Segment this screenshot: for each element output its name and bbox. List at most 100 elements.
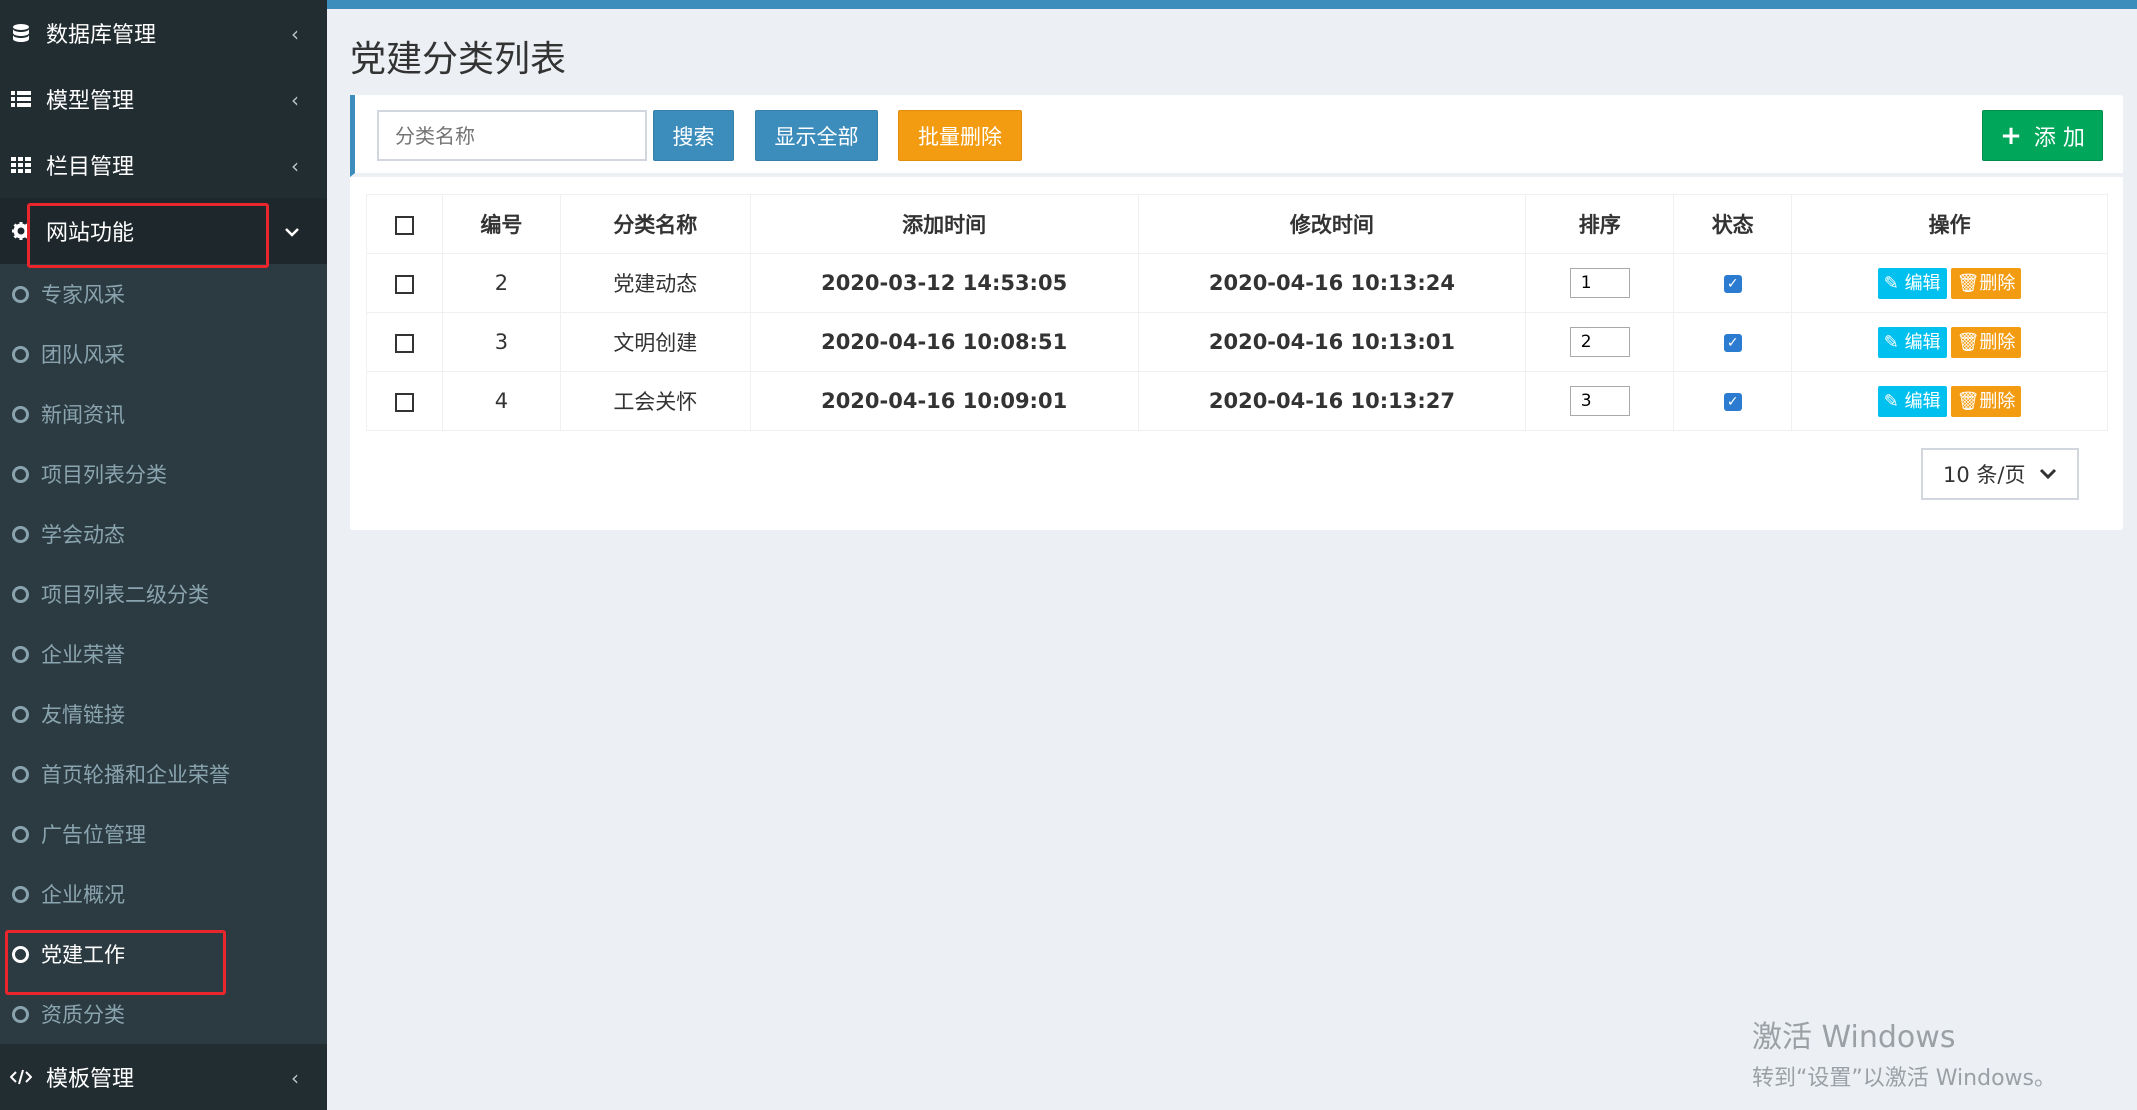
cell-actions: ✎ 编辑 🗑删除	[1791, 312, 2108, 372]
circle-icon	[12, 525, 29, 543]
cell-id: 4	[441, 371, 561, 431]
column-header: 状态	[1673, 194, 1793, 254]
sidebar-subitem[interactable]: 专家风采	[0, 264, 327, 324]
edit-icon: ✎	[1883, 331, 1899, 353]
add-button[interactable]: + 添 加	[1982, 110, 2103, 161]
cell-name: 党建动态	[559, 253, 751, 313]
sidebar-subitem[interactable]: 友情链接	[0, 684, 327, 744]
sidebar-item-columns[interactable]: 栏目管理 ‹	[0, 132, 327, 198]
watermark-title: 激活 Windows	[1752, 1020, 1956, 1055]
table-row: 4 工会关怀 2020-04-16 10:09:01 2020-04-16 10…	[366, 371, 2108, 431]
cell-modified-time: 2020-04-16 10:13:24	[1137, 253, 1527, 313]
circle-icon	[12, 345, 29, 363]
chevron-left-icon: ‹	[291, 22, 299, 46]
batch-delete-button[interactable]: 批量删除	[898, 110, 1022, 161]
delete-button[interactable]: 🗑删除	[1950, 326, 2022, 358]
cell-modified-time: 2020-04-16 10:13:27	[1137, 371, 1527, 431]
chevron-left-icon: ‹	[291, 88, 299, 112]
circle-icon	[12, 465, 29, 483]
sidebar-item-templates[interactable]: 模板管理 ‹	[0, 1044, 327, 1110]
watermark-subtitle: 转到“设置”以激活 Windows。	[1752, 1066, 2056, 1091]
sidebar-subitem-label: 首页轮播和企业荣誉	[41, 763, 230, 787]
cell-added-time: 2020-03-12 14:53:05	[749, 253, 1139, 313]
column-header: 修改时间	[1137, 194, 1527, 254]
circle-icon	[12, 645, 29, 663]
sidebar-item-database[interactable]: 数据库管理 ‹	[0, 0, 327, 66]
add-button-label: 添 加	[2033, 125, 2085, 151]
cell-status: ✓	[1673, 312, 1793, 372]
edit-button-label: 编辑	[1904, 272, 1941, 294]
sidebar-subitem-label: 团队风采	[41, 343, 125, 367]
delete-button-label: 删除	[1979, 331, 2016, 353]
edit-button[interactable]: ✎ 编辑	[1877, 326, 1947, 358]
chevron-down-icon	[285, 218, 299, 242]
cell-modified-time: 2020-04-16 10:13:01	[1137, 312, 1527, 372]
delete-button[interactable]: 🗑删除	[1950, 385, 2022, 417]
sidebar-subitem-label: 新闻资讯	[41, 403, 125, 427]
sidebar-item-label: 模板管理	[46, 1067, 135, 1092]
cell-name: 工会关怀	[559, 371, 751, 431]
sidebar-subitem[interactable]: 学会动态	[0, 504, 327, 564]
highlight-box-party-work	[5, 930, 226, 995]
circle-icon	[12, 1005, 29, 1023]
code-icon	[10, 1066, 32, 1088]
edit-button[interactable]: ✎ 编辑	[1877, 385, 1947, 417]
cell-id: 2	[441, 253, 561, 313]
status-checkbox[interactable]: ✓	[1723, 393, 1742, 411]
circle-icon	[12, 405, 29, 423]
plus-icon: +	[2000, 120, 2022, 151]
show-all-button[interactable]: 显示全部	[755, 110, 878, 161]
sidebar-subitem[interactable]: 首页轮播和企业荣誉	[0, 744, 327, 804]
row-checkbox[interactable]	[394, 392, 414, 412]
sort-input[interactable]	[1569, 386, 1630, 416]
sidebar-subitem[interactable]: 项目列表二级分类	[0, 564, 327, 624]
page-title: 党建分类列表	[350, 39, 567, 80]
sidebar-subitem[interactable]: 团队风采	[0, 324, 327, 384]
delete-button-label: 删除	[1979, 390, 2016, 412]
status-checkbox[interactable]: ✓	[1723, 334, 1742, 352]
sidebar-item-models[interactable]: 模型管理 ‹	[0, 66, 327, 132]
edit-button-label: 编辑	[1904, 390, 1941, 412]
select-all-checkbox[interactable]	[394, 215, 414, 235]
search-button[interactable]: 搜索	[653, 110, 734, 161]
search-input[interactable]	[377, 110, 647, 161]
sidebar-submenu: 专家风采 团队风采 新闻资讯 项目列表分类 学会动态 项目列表二级分类 企业荣誉…	[0, 264, 327, 1044]
page-size-label: 10 条/页	[1943, 463, 2026, 487]
select-all-cell	[366, 194, 443, 254]
sidebar-subitem[interactable]: 企业荣誉	[0, 624, 327, 684]
sidebar-subitem-label: 项目列表二级分类	[41, 583, 209, 607]
column-header: 排序	[1525, 194, 1675, 254]
cell-added-time: 2020-04-16 10:08:51	[749, 312, 1139, 372]
circle-icon	[12, 825, 29, 843]
circle-icon	[12, 585, 29, 603]
sidebar-subitem[interactable]: 广告位管理	[0, 804, 327, 864]
sort-input[interactable]	[1569, 327, 1630, 357]
grid-icon	[10, 154, 32, 176]
sidebar-subitem-label: 专家风采	[41, 283, 125, 307]
circle-icon	[12, 285, 29, 303]
sort-input[interactable]	[1569, 268, 1630, 298]
sidebar-item-label: 模型管理	[46, 89, 135, 114]
trash-icon: 🗑	[1956, 272, 1980, 294]
cell-id: 3	[441, 312, 561, 372]
chevron-down-icon	[2039, 462, 2057, 486]
sidebar-subitem[interactable]: 项目列表分类	[0, 444, 327, 504]
delete-button-label: 删除	[1979, 272, 2016, 294]
sidebar-item-label: 数据库管理	[46, 23, 157, 48]
circle-icon	[12, 705, 29, 723]
edit-button[interactable]: ✎ 编辑	[1877, 267, 1947, 299]
cell-status: ✓	[1673, 371, 1793, 431]
table-row: 3 文明创建 2020-04-16 10:08:51 2020-04-16 10…	[366, 312, 2108, 372]
cell-actions: ✎ 编辑 🗑删除	[1791, 253, 2108, 313]
cell-actions: ✎ 编辑 🗑删除	[1791, 371, 2108, 431]
row-checkbox[interactable]	[394, 333, 414, 353]
status-checkbox[interactable]: ✓	[1723, 275, 1742, 293]
sidebar-subitem[interactable]: 新闻资讯	[0, 384, 327, 444]
highlight-box-website-features	[27, 203, 269, 268]
page-size-select[interactable]: 10 条/页	[1921, 448, 2079, 500]
delete-button[interactable]: 🗑删除	[1950, 267, 2022, 299]
sidebar-subitem[interactable]: 企业概况	[0, 864, 327, 924]
row-checkbox[interactable]	[394, 274, 414, 294]
sidebar-subitem-label: 资质分类	[41, 1003, 125, 1027]
cell-status: ✓	[1673, 253, 1793, 313]
